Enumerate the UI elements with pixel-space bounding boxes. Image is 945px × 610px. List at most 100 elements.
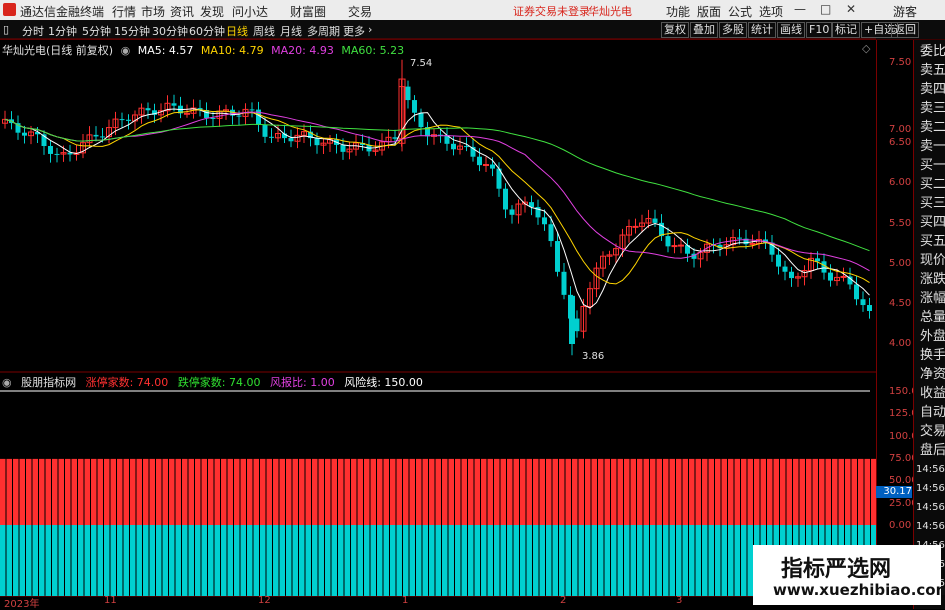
limit-down-bar [292,525,298,596]
limit-up-bar [643,458,649,525]
limit-up-bar [650,458,656,525]
candle-body [815,258,820,262]
limit-up-bar [695,458,701,525]
limit-up-bar [747,458,753,525]
side-panel-label[interactable]: 盘后 [920,443,945,459]
candle-body [561,271,567,295]
limit-up-bar [838,458,844,525]
side-panel-label[interactable]: 卖一 [920,139,945,155]
limit-down-bar [617,525,623,596]
indicator-settings-icon[interactable]: ◉ [2,376,12,389]
limit-up-bar [546,458,552,525]
side-panel-label[interactable]: 14:56 [916,481,945,497]
settings-icon[interactable]: ◉ [121,44,131,57]
limit-down-bar [143,525,149,596]
limit-up-bar [429,458,435,525]
side-panel-label[interactable]: 总量 [920,310,945,326]
limit-up-bar [591,458,597,525]
limit-up-bar [481,458,487,525]
limit-up-bar [442,458,448,525]
limit-up-bar [825,458,831,525]
expand-icon[interactable]: ◇ [862,42,870,55]
candle-body [854,284,859,300]
limit-up-bar [240,458,246,525]
side-panel-label[interactable]: 交易 [920,424,945,440]
limit-down-bar [377,525,383,596]
limit-down-bar [559,525,565,596]
limit-down-bar [416,525,422,596]
limit-down-bar [253,525,259,596]
limit-up-bar [19,458,25,525]
limit-down-bar [221,525,227,596]
limit-up-bar [130,458,136,525]
date-tick: 12 [258,595,271,606]
side-panel-label[interactable]: 卖四 [920,82,945,98]
limit-up-bar [578,458,584,525]
side-panel-label[interactable]: 涨跌 [920,272,945,288]
limit-down-bar [643,525,649,596]
date-tick: 2 [560,595,567,606]
side-panel-label[interactable]: 自动 [920,405,945,421]
limit-down-bar [734,525,740,596]
limit-down-bar [494,525,500,596]
side-panel-label[interactable]: 买五 [920,234,945,250]
limit-down-bar [442,525,448,596]
limit-down-bar [65,525,71,596]
limit-down-bar [624,525,630,596]
candle-body [171,103,177,106]
side-panel-label[interactable]: 委比 [920,44,945,60]
price-tick: 6.50 [889,137,912,148]
limit-up-bar [260,458,266,525]
limit-down-bar [435,525,441,596]
limit-down-bar [507,525,513,596]
limit-down-bar [585,525,591,596]
side-panel-label[interactable]: 涨幅 [920,291,945,307]
limit-up-bar [45,458,51,525]
limit-down-bar [533,525,539,596]
limit-down-bar [351,525,357,596]
side-panel-label[interactable]: 14:56 [916,462,945,478]
side-panel-label[interactable]: 买二 [920,177,945,193]
limit-up-bar [734,458,740,525]
side-panel-label[interactable]: 买三 [920,196,945,212]
limit-up-bar [572,458,578,525]
low-price-label: 3.86 [582,351,605,362]
side-panel-label[interactable]: 现价 [920,253,945,269]
limit-up-bar [32,458,38,525]
side-panel-label[interactable]: 卖二 [920,120,945,136]
candle-body [405,86,411,101]
limit-up-bar [78,458,84,525]
side-panel-label[interactable]: 卖五 [920,63,945,79]
limit-down-bar [39,525,45,596]
indicator-header: ◉ 股朋指标网 涨停家数: 74.00 跌停家数: 74.00 风报比: 1.0… [2,374,429,390]
kline-chart[interactable] [0,0,945,609]
limit-up-bar [396,458,402,525]
ma5-line [4,108,870,309]
side-panel-label[interactable]: 外盘 [920,329,945,345]
limit-up-bar [845,458,851,525]
side-panel-label[interactable]: 14:56 [916,519,945,535]
limit-up-bar [26,458,32,525]
limit-down-count: 跌停家数: 74.00 [177,376,261,389]
side-panel-label[interactable]: 买一 [920,158,945,174]
watermark-title: 指标严选网 [781,557,892,582]
side-panel-label[interactable]: 买四 [920,215,945,231]
limit-down-bar [175,525,181,596]
limit-down-bar [565,525,571,596]
side-panel-label[interactable]: 净资 [920,367,945,383]
side-panel-label[interactable]: 卖三 [920,101,945,117]
candle-body [503,188,508,210]
limit-up-bar [104,458,110,525]
side-panel-label[interactable]: 收益 [920,386,945,402]
limit-down-bar [260,525,266,596]
limit-up-bar [0,458,6,525]
limit-up-bar [832,458,838,525]
limit-down-bar [526,525,532,596]
limit-up-bar [182,458,188,525]
limit-down-bar [429,525,435,596]
limit-up-bar [149,458,155,525]
limit-up-bar [448,458,454,525]
limit-up-bar [793,458,799,525]
side-panel-label[interactable]: 换手 [920,348,945,364]
side-panel-label[interactable]: 14:56 [916,500,945,516]
